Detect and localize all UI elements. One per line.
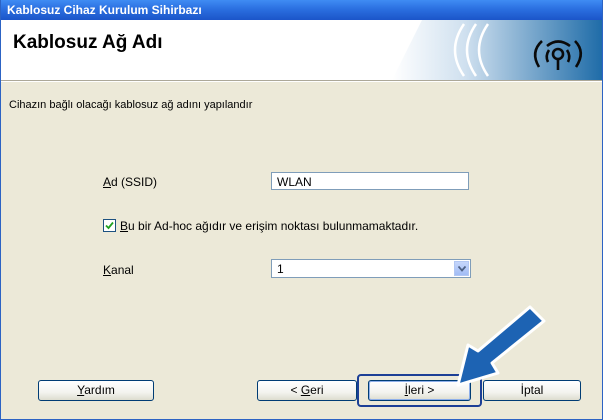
ssid-label-mnemonic: A: [103, 175, 112, 189]
wizard-header: Kablosuz Ağ Adı: [1, 20, 602, 80]
channel-dropdown-button[interactable]: [454, 261, 469, 276]
help-button-label: ardım: [84, 383, 115, 397]
channel-label: Kanal: [103, 263, 134, 277]
page-title: Kablosuz Ağ Adı: [13, 32, 163, 53]
wireless-signal-icon: [392, 20, 602, 80]
channel-select[interactable]: 1: [271, 259, 471, 278]
pointing-arrow-icon: [456, 305, 546, 387]
chevron-down-icon: [458, 266, 466, 272]
title-bar: Kablosuz Cihaz Kurulum Sihirbazı: [1, 0, 602, 20]
adhoc-label[interactable]: Bu bir Ad-hoc ağıdır ve erişim noktası b…: [120, 219, 418, 233]
back-button[interactable]: < Geri: [257, 380, 357, 401]
checkmark-icon: [105, 221, 114, 230]
back-button-mnemonic: G: [300, 383, 311, 397]
header-divider: [1, 80, 602, 82]
page-description: Cihazın bağlı olacağı kablosuz ağ adını …: [9, 99, 253, 111]
wizard-window: Kablosuz Cihaz Kurulum Sihirbazı Kablosu…: [0, 0, 603, 420]
adhoc-checkbox[interactable]: [103, 219, 116, 232]
adhoc-label-text: u bir Ad-hoc ağıdır ve erişim noktası bu…: [128, 219, 419, 233]
channel-select-value: 1: [277, 262, 284, 276]
back-button-prefix: <: [290, 383, 301, 397]
ssid-label-text: d (SSID): [111, 175, 158, 189]
channel-label-text: anal: [111, 263, 134, 277]
channel-label-mnemonic: K: [103, 263, 112, 277]
adhoc-label-mnemonic: B: [120, 219, 129, 233]
back-button-label: eri: [310, 383, 324, 397]
ssid-label: Ad (SSID): [103, 175, 157, 189]
window-title: Kablosuz Cihaz Kurulum Sihirbazı: [7, 3, 202, 17]
ssid-input[interactable]: WLAN: [271, 172, 469, 190]
help-button[interactable]: Yardım: [38, 380, 154, 401]
